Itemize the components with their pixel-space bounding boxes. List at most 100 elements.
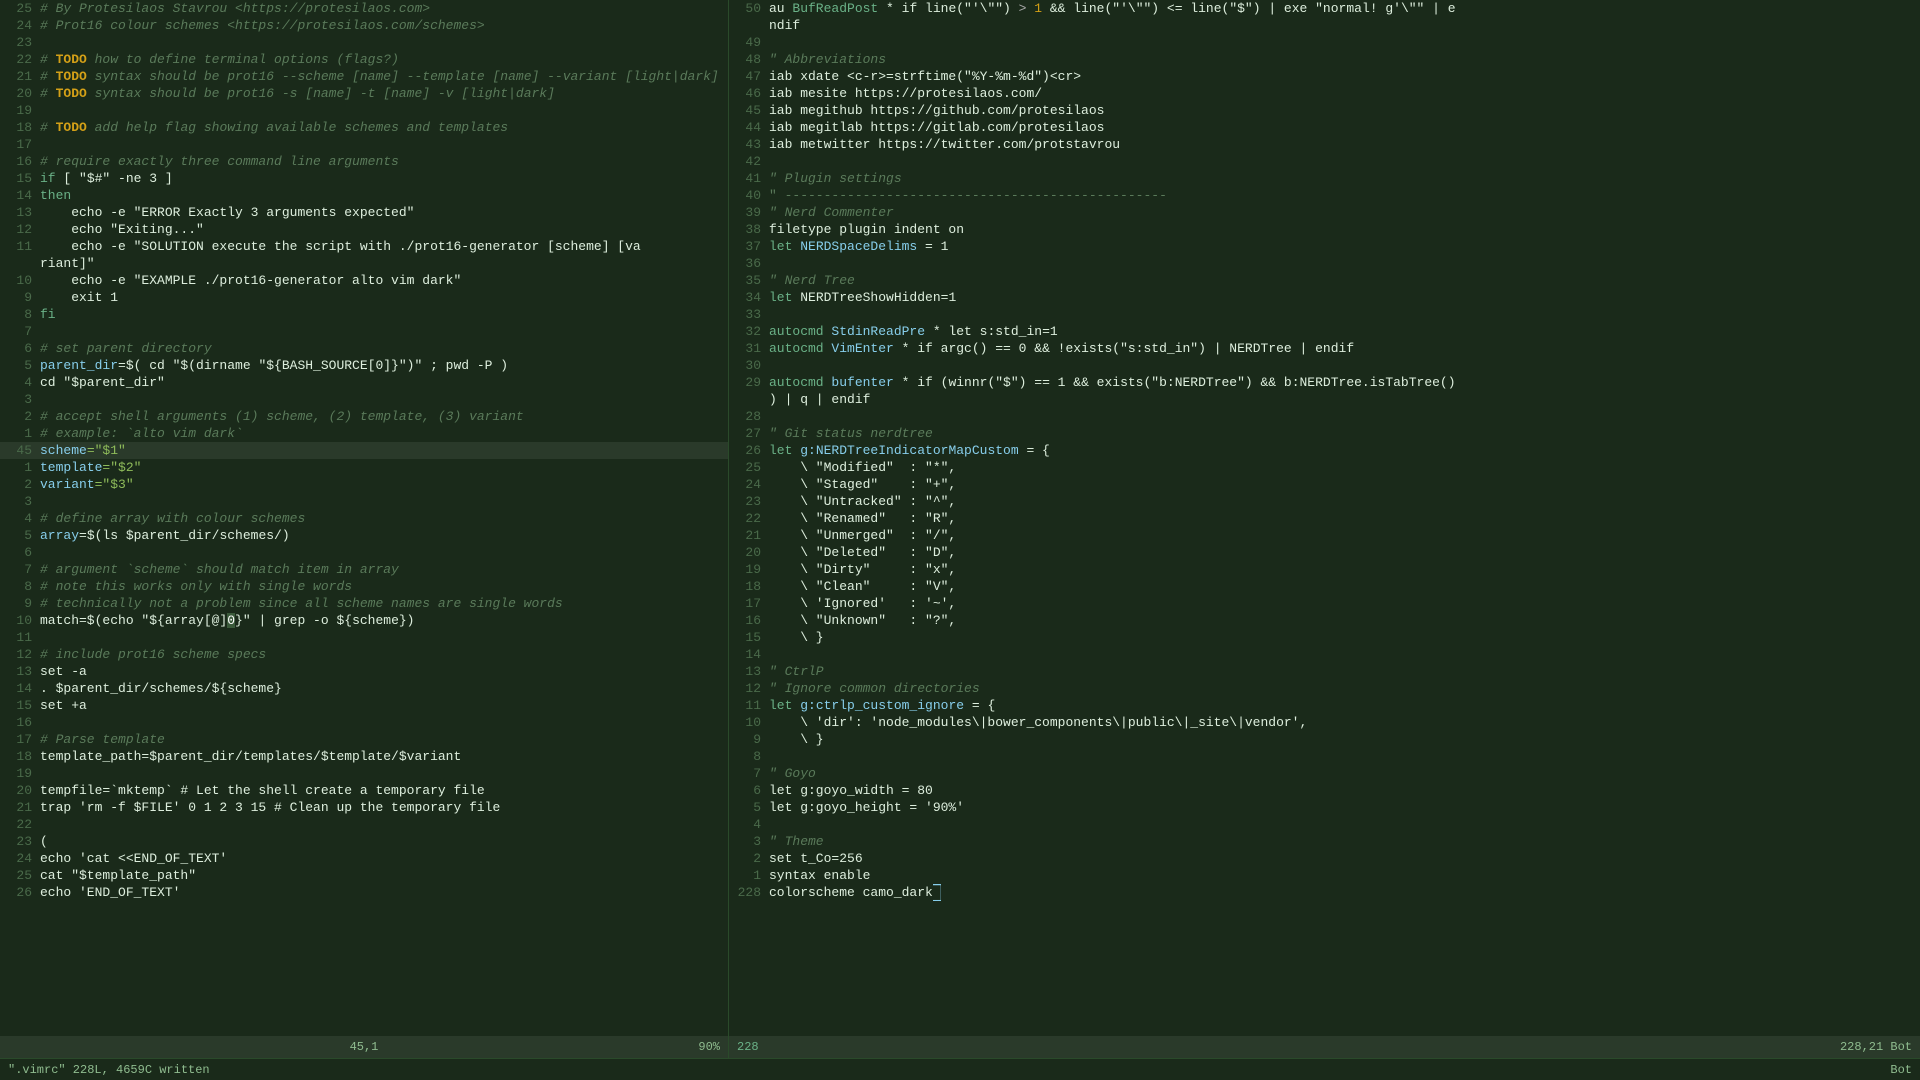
right-status-left: 228 (737, 1040, 1325, 1054)
line-content: iab mesite https://protesilaos.com/ (769, 85, 1916, 102)
line-number: 34 (733, 289, 761, 306)
line-number: 37 (733, 238, 761, 255)
line-content: echo -e "ERROR Exactly 3 arguments expec… (40, 204, 724, 221)
table-row: 6let g:goyo_width = 80 (729, 782, 1920, 799)
line-number: 25 (733, 459, 761, 476)
table-row: 3" Theme (729, 833, 1920, 850)
line-content: scheme="$1" (40, 442, 724, 459)
line-content: match=$(echo "${array[@]0}" | grep -o ${… (40, 612, 724, 629)
table-row: 19 \ "Dirty" : "x", (729, 561, 1920, 578)
line-content: \ } (769, 731, 1916, 748)
line-number: 23 (4, 34, 32, 51)
table-row: 1# example: `alto vim dark` (0, 425, 728, 442)
right-code-area[interactable]: 50au BufReadPost * if line("'\"") > 1 &&… (729, 0, 1920, 1036)
table-row: 42 (729, 153, 1920, 170)
line-number: 27 (733, 425, 761, 442)
line-number: 21 (4, 799, 32, 816)
line-number: 9 (4, 289, 32, 306)
line-number: 10 (4, 612, 32, 629)
line-content: # Prot16 colour schemes <https://protesi… (40, 17, 724, 34)
line-content: " CtrlP (769, 663, 1916, 680)
line-content: # By Protesilaos Stavrou <https://protes… (40, 0, 724, 17)
line-number: 44 (733, 119, 761, 136)
line-content: \ "Modified" : "*", (769, 459, 1916, 476)
line-content: set t_Co=256 (769, 850, 1916, 867)
table-row: 3 (0, 493, 728, 510)
line-content (40, 544, 724, 561)
line-content: if [ "$#" -ne 3 ] (40, 170, 724, 187)
line-number: 18 (4, 748, 32, 765)
right-status-bar: 228 228,21 Bot (729, 1036, 1920, 1058)
line-number: 5 (4, 357, 32, 374)
line-content: autocmd StdinReadPre * let s:std_in=1 (769, 323, 1916, 340)
table-row: 17 \ 'Ignored' : '~', (729, 595, 1920, 612)
table-row: 28 (729, 408, 1920, 425)
line-content (40, 323, 724, 340)
line-content: # set parent directory (40, 340, 724, 357)
line-content: fi (40, 306, 724, 323)
table-row: 47iab xdate <c-r>=strftime("%Y-%m-%d")<c… (729, 68, 1920, 85)
table-row: 13 echo -e "ERROR Exactly 3 arguments ex… (0, 204, 728, 221)
line-number: 43 (733, 136, 761, 153)
left-code-area[interactable]: 25# By Protesilaos Stavrou <https://prot… (0, 0, 728, 1036)
line-number: 47 (733, 68, 761, 85)
line-number: 49 (733, 34, 761, 51)
line-content: let g:ctrlp_custom_ignore = { (769, 697, 1916, 714)
table-row: 20tempfile=`mktemp` # Let the shell crea… (0, 782, 728, 799)
table-row: 43iab metwitter https://twitter.com/prot… (729, 136, 1920, 153)
line-content (769, 255, 1916, 272)
line-number: 33 (733, 306, 761, 323)
table-row: 11 let g:ctrlp_custom_ignore = { (729, 697, 1920, 714)
line-content: # TODO add help flag showing available s… (40, 119, 724, 136)
line-number: 9 (4, 595, 32, 612)
line-number: 17 (4, 731, 32, 748)
table-row: 33 (729, 306, 1920, 323)
table-row: 5array=$(ls $parent_dir/schemes/) (0, 527, 728, 544)
line-number: 12 (4, 221, 32, 238)
line-content: echo "Exiting..." (40, 221, 724, 238)
line-content: # define array with colour schemes (40, 510, 724, 527)
line-number: 2 (4, 408, 32, 425)
line-number: 11 (4, 629, 32, 646)
line-content: " Ignore common directories (769, 680, 1916, 697)
line-number: 7 (733, 765, 761, 782)
line-content: \ "Unknown" : "?", (769, 612, 1916, 629)
table-row: 23 \ "Untracked" : "^", (729, 493, 1920, 510)
line-number: 20 (4, 85, 32, 102)
line-content: # technically not a problem since all sc… (40, 595, 724, 612)
line-number: 17 (4, 136, 32, 153)
line-number: 45 (4, 442, 32, 459)
table-row: 17 (0, 136, 728, 153)
table-row: 4cd "$parent_dir" (0, 374, 728, 391)
line-number: 14 (733, 646, 761, 663)
line-number: 15 (4, 170, 32, 187)
line-content: iab megitlab https://gitlab.com/protesil… (769, 119, 1916, 136)
table-row: 39" Nerd Commenter (729, 204, 1920, 221)
line-content: \ "Renamed" : "R", (769, 510, 1916, 527)
line-number: 10 (4, 272, 32, 289)
table-row: 37let NERDSpaceDelims = 1 (729, 238, 1920, 255)
line-content: array=$(ls $parent_dir/schemes/) (40, 527, 724, 544)
left-status-center: 45,1 (245, 1040, 482, 1054)
line-number: 3 (4, 493, 32, 510)
table-row: 15 if [ "$#" -ne 3 ] (0, 170, 728, 187)
line-number: 11 (4, 238, 32, 255)
left-status-right: 90% (483, 1040, 720, 1054)
line-number: 11 (733, 697, 761, 714)
line-number: 4 (733, 816, 761, 833)
line-content: ( (40, 833, 724, 850)
line-content (40, 136, 724, 153)
table-row: 20# TODO syntax should be prot16 -s [nam… (0, 85, 728, 102)
line-number: 48 (733, 51, 761, 68)
line-number: 1 (4, 459, 32, 476)
line-number: 3 (4, 391, 32, 408)
line-number: 18 (4, 119, 32, 136)
line-number: 25 (4, 867, 32, 884)
line-number: 2 (733, 850, 761, 867)
line-content (40, 493, 724, 510)
table-row: 12" Ignore common directories (729, 680, 1920, 697)
table-row: 7 (0, 323, 728, 340)
table-row: riant]" (0, 255, 728, 272)
table-row: 20 \ "Deleted" : "D", (729, 544, 1920, 561)
line-content: . $parent_dir/schemes/${scheme} (40, 680, 724, 697)
